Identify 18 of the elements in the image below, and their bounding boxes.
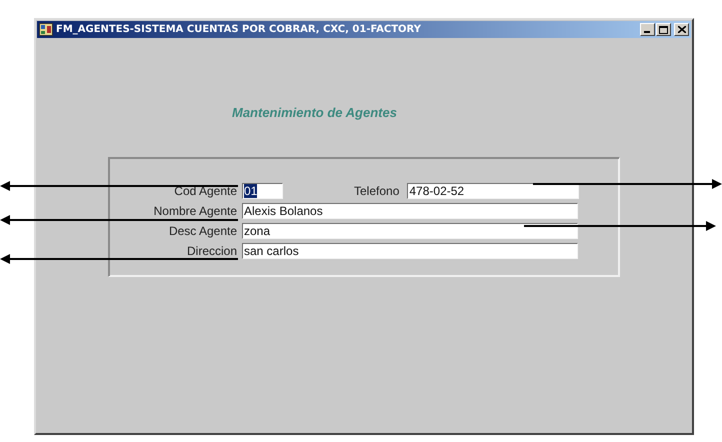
window-title: FM_AGENTES-SISTEMA CUENTAS POR COBRAR, CXC, 01-FACTORY bbox=[56, 24, 422, 35]
field-label: Desc Agente bbox=[168, 224, 237, 238]
input-field[interactable]: 478-02-52 bbox=[407, 183, 580, 199]
close-button[interactable] bbox=[674, 23, 689, 36]
maximize-icon bbox=[659, 26, 668, 34]
close-icon bbox=[678, 26, 686, 33]
input-field[interactable]: 01 bbox=[242, 183, 283, 199]
field-label: Direccion bbox=[186, 244, 237, 258]
app-icon bbox=[39, 23, 53, 36]
form-heading: Mantenimiento de Agentes bbox=[232, 105, 398, 120]
field-label: Nombre Agente bbox=[152, 204, 237, 218]
input-field[interactable]: san carlos bbox=[242, 243, 578, 259]
field-label: Telefono bbox=[354, 184, 400, 198]
input-field[interactable]: zona bbox=[242, 223, 578, 239]
field-label: Cod Agente bbox=[173, 184, 237, 198]
minimize-button[interactable] bbox=[640, 23, 655, 36]
input-field[interactable]: Alexis Bolanos bbox=[242, 203, 578, 219]
maximize-button[interactable] bbox=[656, 23, 671, 36]
